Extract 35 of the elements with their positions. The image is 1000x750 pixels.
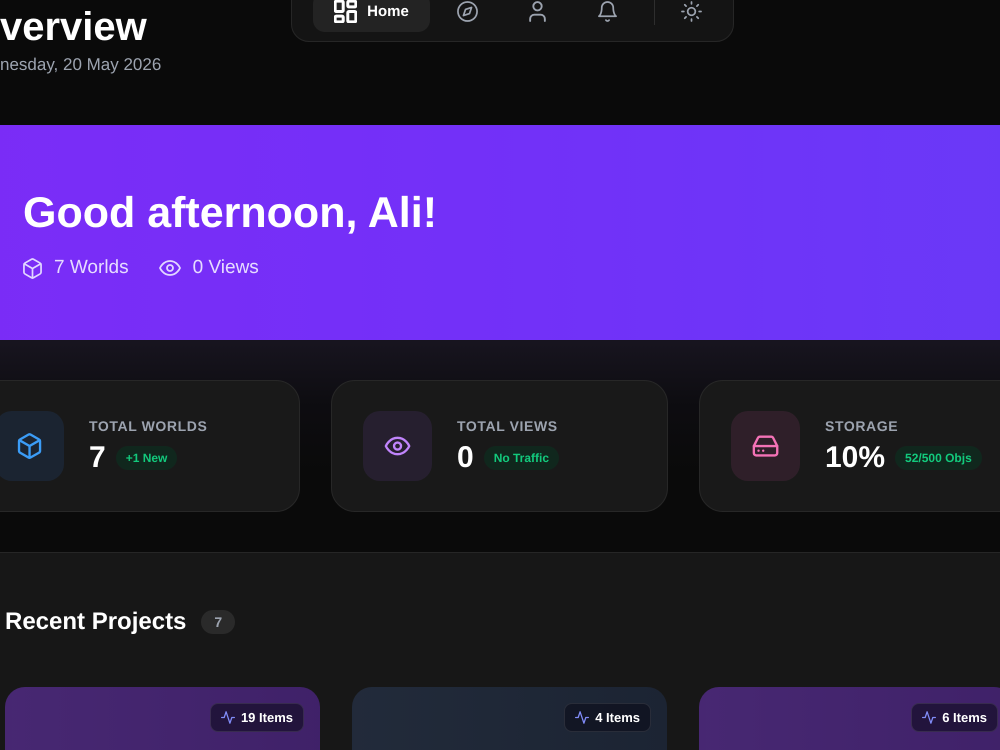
worlds-count: 7 Worlds [54, 256, 129, 280]
stat-value: 7 [89, 441, 106, 475]
cube-icon [23, 258, 42, 278]
stat-note: +1 New [116, 446, 178, 470]
item-count: 19 Items [240, 710, 293, 725]
stat-note: No Traffic [484, 446, 560, 470]
compass-icon [456, 1, 478, 22]
stat-note: 52/500 Objs [895, 446, 982, 470]
stat-label: TOTAL VIEWS [457, 417, 558, 435]
stat-label: STORAGE [825, 417, 898, 435]
bell-icon [596, 1, 618, 22]
project-card[interactable]: 6 Items [699, 687, 1000, 750]
project-card[interactable]: 19 Items [5, 687, 320, 750]
user-icon [526, 1, 548, 22]
item-count: 6 Items [942, 710, 987, 725]
section-heading: Recent Projects [5, 607, 186, 637]
pulse-icon [220, 711, 235, 724]
home-button[interactable]: Home [313, 0, 430, 32]
date-text: nesday, 20 May 2026 [0, 54, 162, 76]
views-count: 0 Views [192, 256, 259, 280]
sun-icon [680, 1, 702, 22]
eye-icon [158, 260, 181, 276]
grid-icon [334, 0, 358, 23]
project-count: 7 [201, 610, 236, 634]
greeting-heading: Good afternoon, Ali! [23, 188, 438, 239]
stat-value: 10% [825, 441, 886, 475]
pulse-icon [922, 711, 936, 724]
eye-icon [363, 411, 432, 481]
page-title: verview [0, 4, 147, 51]
pulse-icon [575, 711, 590, 724]
item-count: 4 Items [595, 710, 640, 725]
stat-value: 0 [457, 441, 474, 475]
hard-drive-icon [731, 411, 800, 481]
stat-label: TOTAL WORLDS [89, 417, 208, 435]
project-card[interactable]: 4 Items [352, 687, 667, 750]
